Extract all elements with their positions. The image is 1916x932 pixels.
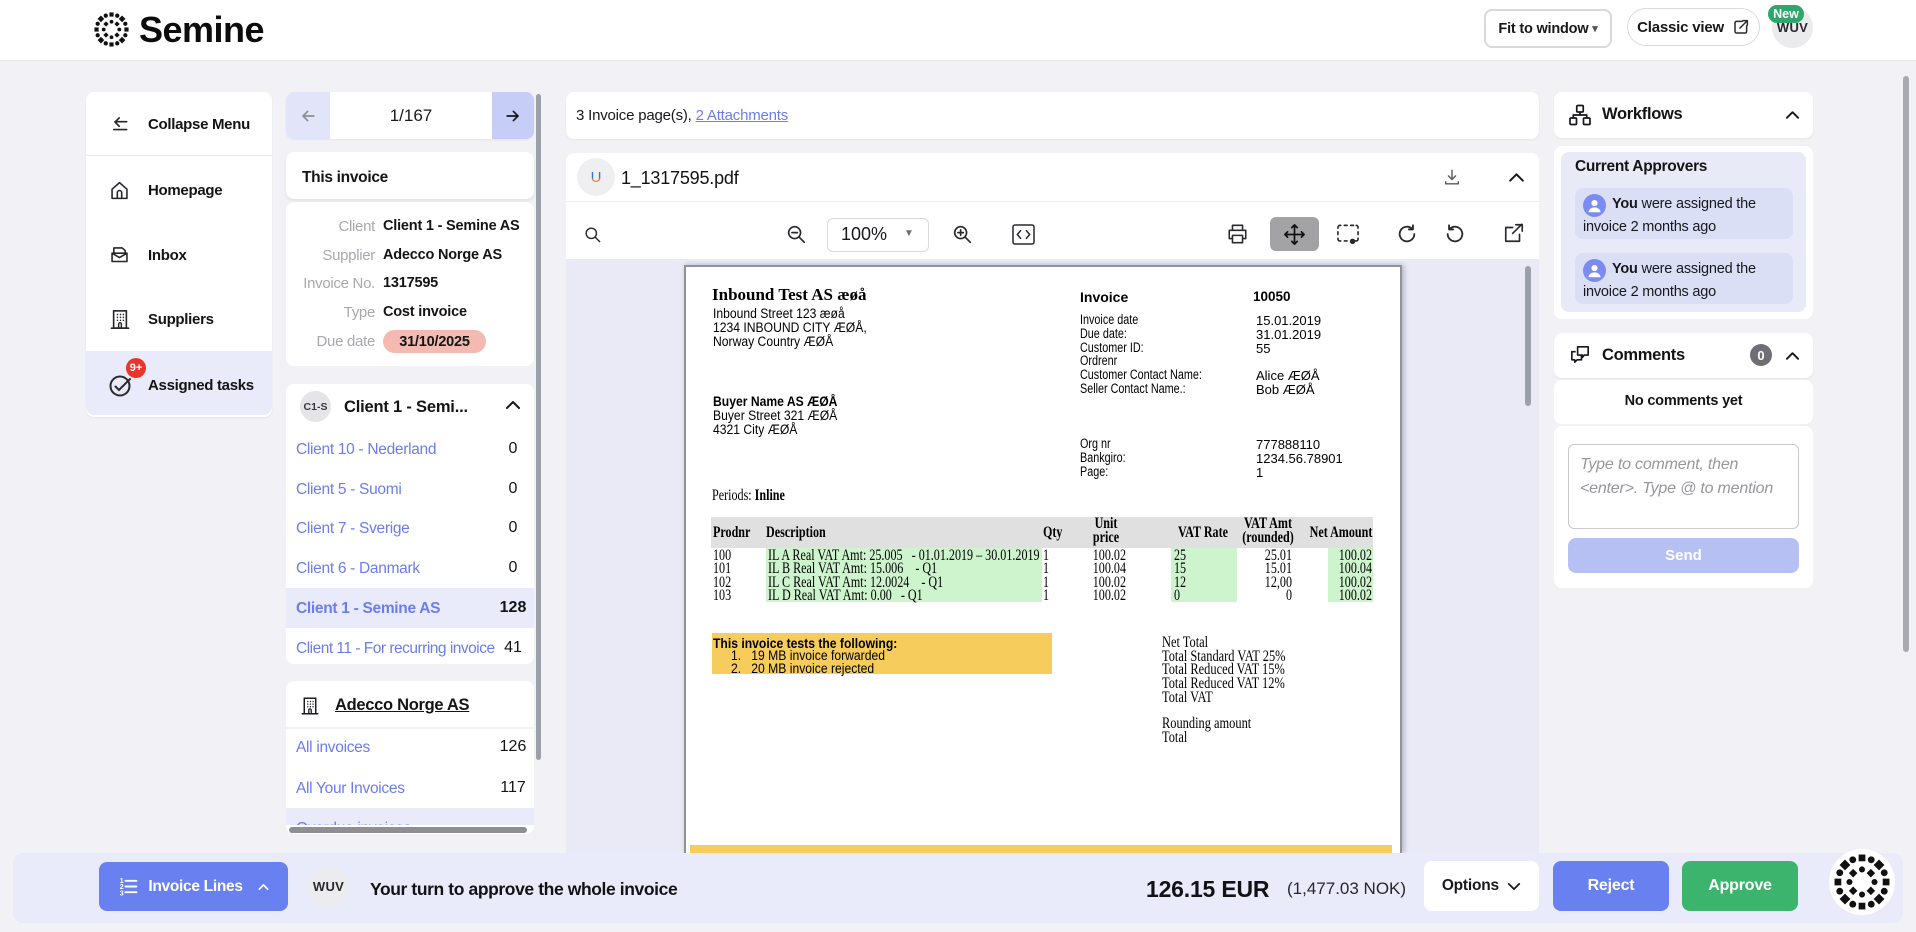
svg-text:3: 3 (120, 890, 124, 897)
